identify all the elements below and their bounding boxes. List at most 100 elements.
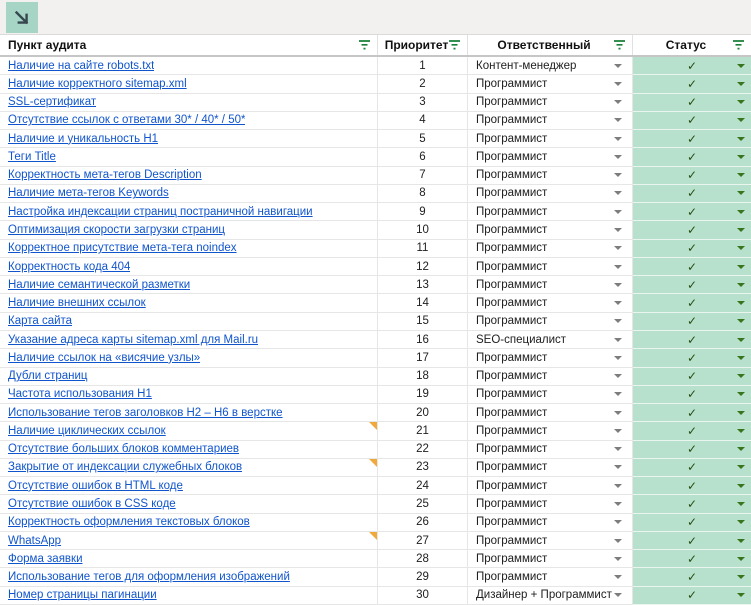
priority-cell[interactable]: 28 <box>378 550 468 568</box>
audit-item-link[interactable]: Наличие ссылок на «висячие узлы» <box>8 352 200 364</box>
responsible-cell[interactable]: Программист <box>468 550 633 568</box>
audit-item-link[interactable]: Карта сайта <box>8 315 72 327</box>
status-cell[interactable]: ✓ <box>633 203 751 221</box>
chevron-down-icon[interactable] <box>737 319 745 323</box>
audit-item-link[interactable]: Наличие корректного sitemap.xml <box>8 78 187 90</box>
chevron-down-icon[interactable] <box>737 301 745 305</box>
chevron-down-icon[interactable] <box>737 374 745 378</box>
chevron-down-icon[interactable] <box>614 465 622 469</box>
responsible-cell[interactable]: Программист <box>468 514 633 532</box>
priority-cell[interactable]: 8 <box>378 185 468 203</box>
status-cell[interactable]: ✓ <box>633 550 751 568</box>
chevron-down-icon[interactable] <box>737 539 745 543</box>
priority-cell[interactable]: 9 <box>378 203 468 221</box>
chevron-down-icon[interactable] <box>737 173 745 177</box>
status-cell[interactable]: ✓ <box>633 532 751 550</box>
chevron-down-icon[interactable] <box>737 191 745 195</box>
status-cell[interactable]: ✓ <box>633 294 751 312</box>
priority-cell[interactable]: 22 <box>378 441 468 459</box>
responsible-cell[interactable]: Программист <box>468 459 633 477</box>
status-cell[interactable]: ✓ <box>633 441 751 459</box>
chevron-down-icon[interactable] <box>614 228 622 232</box>
audit-item-link[interactable]: Корректное присутствие мета-тега noindex <box>8 242 237 254</box>
chevron-down-icon[interactable] <box>614 155 622 159</box>
chevron-down-icon[interactable] <box>737 64 745 68</box>
chevron-down-icon[interactable] <box>614 191 622 195</box>
audit-item-link[interactable]: Наличие циклических ссылок <box>8 425 166 437</box>
priority-cell[interactable]: 26 <box>378 514 468 532</box>
chevron-down-icon[interactable] <box>614 118 622 122</box>
status-cell[interactable]: ✓ <box>633 94 751 112</box>
responsible-cell[interactable]: Программист <box>468 349 633 367</box>
chevron-down-icon[interactable] <box>737 593 745 597</box>
status-cell[interactable]: ✓ <box>633 75 751 93</box>
chevron-down-icon[interactable] <box>614 319 622 323</box>
responsible-cell[interactable]: Программист <box>468 203 633 221</box>
status-cell[interactable]: ✓ <box>633 331 751 349</box>
audit-item-link[interactable]: Частота использования H1 <box>8 388 152 400</box>
status-cell[interactable]: ✓ <box>633 459 751 477</box>
responsible-cell[interactable]: Программист <box>468 258 633 276</box>
chevron-down-icon[interactable] <box>614 82 622 86</box>
chevron-down-icon[interactable] <box>614 575 622 579</box>
status-cell[interactable]: ✓ <box>633 221 751 239</box>
audit-item-link[interactable]: Корректность мета-тегов Description <box>8 169 202 181</box>
responsible-cell[interactable]: Программист <box>468 94 633 112</box>
priority-cell[interactable]: 6 <box>378 148 468 166</box>
chevron-down-icon[interactable] <box>614 593 622 597</box>
responsible-cell[interactable]: Программист <box>468 422 633 440</box>
audit-item-link[interactable]: SSL-сертификат <box>8 96 96 108</box>
status-cell[interactable]: ✓ <box>633 495 751 513</box>
priority-cell[interactable]: 24 <box>378 477 468 495</box>
priority-cell[interactable]: 11 <box>378 240 468 258</box>
responsible-cell[interactable]: Программист <box>468 294 633 312</box>
priority-cell[interactable]: 15 <box>378 313 468 331</box>
responsible-cell[interactable]: Программист <box>468 240 633 258</box>
chevron-down-icon[interactable] <box>614 100 622 104</box>
priority-cell[interactable]: 29 <box>378 568 468 586</box>
chevron-down-icon[interactable] <box>737 447 745 451</box>
chevron-down-icon[interactable] <box>614 64 622 68</box>
chevron-down-icon[interactable] <box>737 283 745 287</box>
audit-item-link[interactable]: Отсутствие ссылок с ответами 30* / 40* /… <box>8 114 245 126</box>
audit-item-link[interactable]: Отсутствие ошибок в HTML коде <box>8 480 183 492</box>
chevron-down-icon[interactable] <box>614 137 622 141</box>
status-cell[interactable]: ✓ <box>633 477 751 495</box>
audit-item-link[interactable]: Наличие семантической разметки <box>8 279 190 291</box>
responsible-cell[interactable]: Контент-менеджер <box>468 57 633 75</box>
status-cell[interactable]: ✓ <box>633 276 751 294</box>
chevron-down-icon[interactable] <box>614 392 622 396</box>
audit-item-link[interactable]: Наличие мета-тегов Keywords <box>8 187 169 199</box>
audit-item-link[interactable]: Отсутствие больших блоков комментариев <box>8 443 239 455</box>
responsible-cell[interactable]: Программист <box>468 477 633 495</box>
status-cell[interactable]: ✓ <box>633 404 751 422</box>
chevron-down-icon[interactable] <box>737 557 745 561</box>
chevron-down-icon[interactable] <box>614 338 622 342</box>
audit-item-link[interactable]: Настройка индексации страниц постранично… <box>8 206 313 218</box>
status-cell[interactable]: ✓ <box>633 130 751 148</box>
chevron-down-icon[interactable] <box>614 265 622 269</box>
filter-icon[interactable] <box>732 39 745 51</box>
chevron-down-icon[interactable] <box>614 411 622 415</box>
responsible-cell[interactable]: Программист <box>468 276 633 294</box>
status-cell[interactable]: ✓ <box>633 148 751 166</box>
priority-cell[interactable]: 19 <box>378 386 468 404</box>
responsible-cell[interactable]: Дизайнер + Программист <box>468 587 633 605</box>
status-cell[interactable]: ✓ <box>633 587 751 605</box>
audit-item-link[interactable]: Дубли страниц <box>8 370 88 382</box>
responsible-cell[interactable]: SEO-специалист <box>468 331 633 349</box>
status-cell[interactable]: ✓ <box>633 258 751 276</box>
priority-cell[interactable]: 14 <box>378 294 468 312</box>
priority-cell[interactable]: 10 <box>378 221 468 239</box>
priority-cell[interactable]: 18 <box>378 368 468 386</box>
audit-item-link[interactable]: Отсутствие ошибок в CSS коде <box>8 498 176 510</box>
chevron-down-icon[interactable] <box>737 118 745 122</box>
filter-icon[interactable] <box>613 39 626 51</box>
chevron-down-icon[interactable] <box>614 447 622 451</box>
chevron-down-icon[interactable] <box>737 411 745 415</box>
responsible-cell[interactable]: Программист <box>468 368 633 386</box>
status-cell[interactable]: ✓ <box>633 57 751 75</box>
chevron-down-icon[interactable] <box>614 557 622 561</box>
chevron-down-icon[interactable] <box>614 356 622 360</box>
priority-cell[interactable]: 17 <box>378 349 468 367</box>
